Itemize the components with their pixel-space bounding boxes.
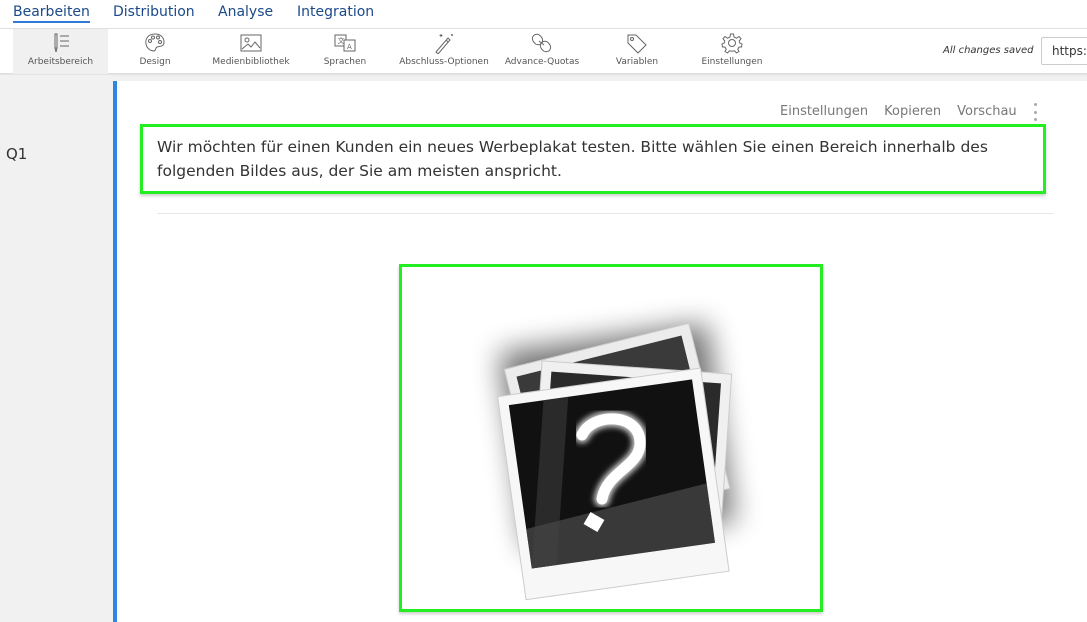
magic-wand-icon: [435, 34, 453, 54]
tab-distribution[interactable]: Distribution: [113, 4, 195, 20]
workspace-icon: [54, 33, 69, 53]
tab-integration[interactable]: Integration: [297, 4, 374, 20]
toolbar: Arbeitsbereich Design Medienbibliothek 文…: [0, 29, 1087, 74]
toolbar-item-label: Medienbibliothek: [212, 57, 290, 67]
toolbar-item-label: Design: [139, 57, 171, 67]
toolbar-item-medienbibliothek[interactable]: Medienbibliothek: [205, 29, 297, 74]
missing-image-placeholder-icon: [496, 322, 735, 601]
tab-bearbeiten[interactable]: Bearbeiten: [13, 4, 90, 23]
question-image[interactable]: [399, 264, 823, 612]
toolbar-item-label: Arbeitsbereich: [27, 57, 94, 67]
toolbar-item-label: Advance-Quotas: [504, 57, 580, 67]
question-preview-link[interactable]: Vorschau: [957, 104, 1017, 119]
toolbar-item-label: Variablen: [615, 57, 659, 67]
question-actions: Einstellungen Kopieren Vorschau: [780, 104, 1017, 119]
toolbar-item-sprachen[interactable]: 文A Sprachen: [315, 29, 375, 74]
save-status: All changes saved: [943, 45, 1034, 56]
image-icon: [240, 34, 262, 52]
question-number: Q1: [6, 145, 28, 163]
toolbar-item-advance-quotas[interactable]: Advance-Quotas: [502, 29, 582, 74]
survey-url-field[interactable]: https://: [1041, 37, 1087, 65]
toolbar-item-arbeitsbereich[interactable]: Arbeitsbereich: [13, 29, 108, 74]
tag-icon: [627, 34, 647, 54]
toolbar-item-design[interactable]: Design: [125, 29, 185, 74]
more-options-icon[interactable]: [1032, 103, 1038, 121]
gear-icon: [721, 33, 743, 54]
tab-analyse[interactable]: Analyse: [218, 4, 273, 20]
toolbar-item-abschluss-optionen[interactable]: Abschluss-Optionen: [395, 29, 493, 74]
translate-icon: 文A: [334, 34, 356, 52]
question-text[interactable]: Wir möchten für einen Kunden ein neues W…: [140, 124, 1046, 194]
top-navigation: Bearbeiten Distribution Analyse Integrat…: [0, 0, 1087, 29]
toolbar-item-label: Sprachen: [323, 57, 367, 67]
palette-icon: [145, 33, 165, 52]
svg-text:文: 文: [338, 36, 345, 45]
toolbar-item-label: Abschluss-Optionen: [399, 57, 489, 67]
link-icon: [531, 33, 552, 53]
svg-text:A: A: [347, 43, 352, 51]
question-copy-link[interactable]: Kopieren: [884, 104, 941, 119]
toolbar-item-label: Einstellungen: [701, 57, 763, 67]
divider: [157, 213, 1053, 214]
question-settings-link[interactable]: Einstellungen: [780, 104, 868, 119]
toolbar-item-variablen[interactable]: Variablen: [608, 29, 666, 74]
toolbar-item-einstellungen[interactable]: Einstellungen: [697, 29, 767, 74]
